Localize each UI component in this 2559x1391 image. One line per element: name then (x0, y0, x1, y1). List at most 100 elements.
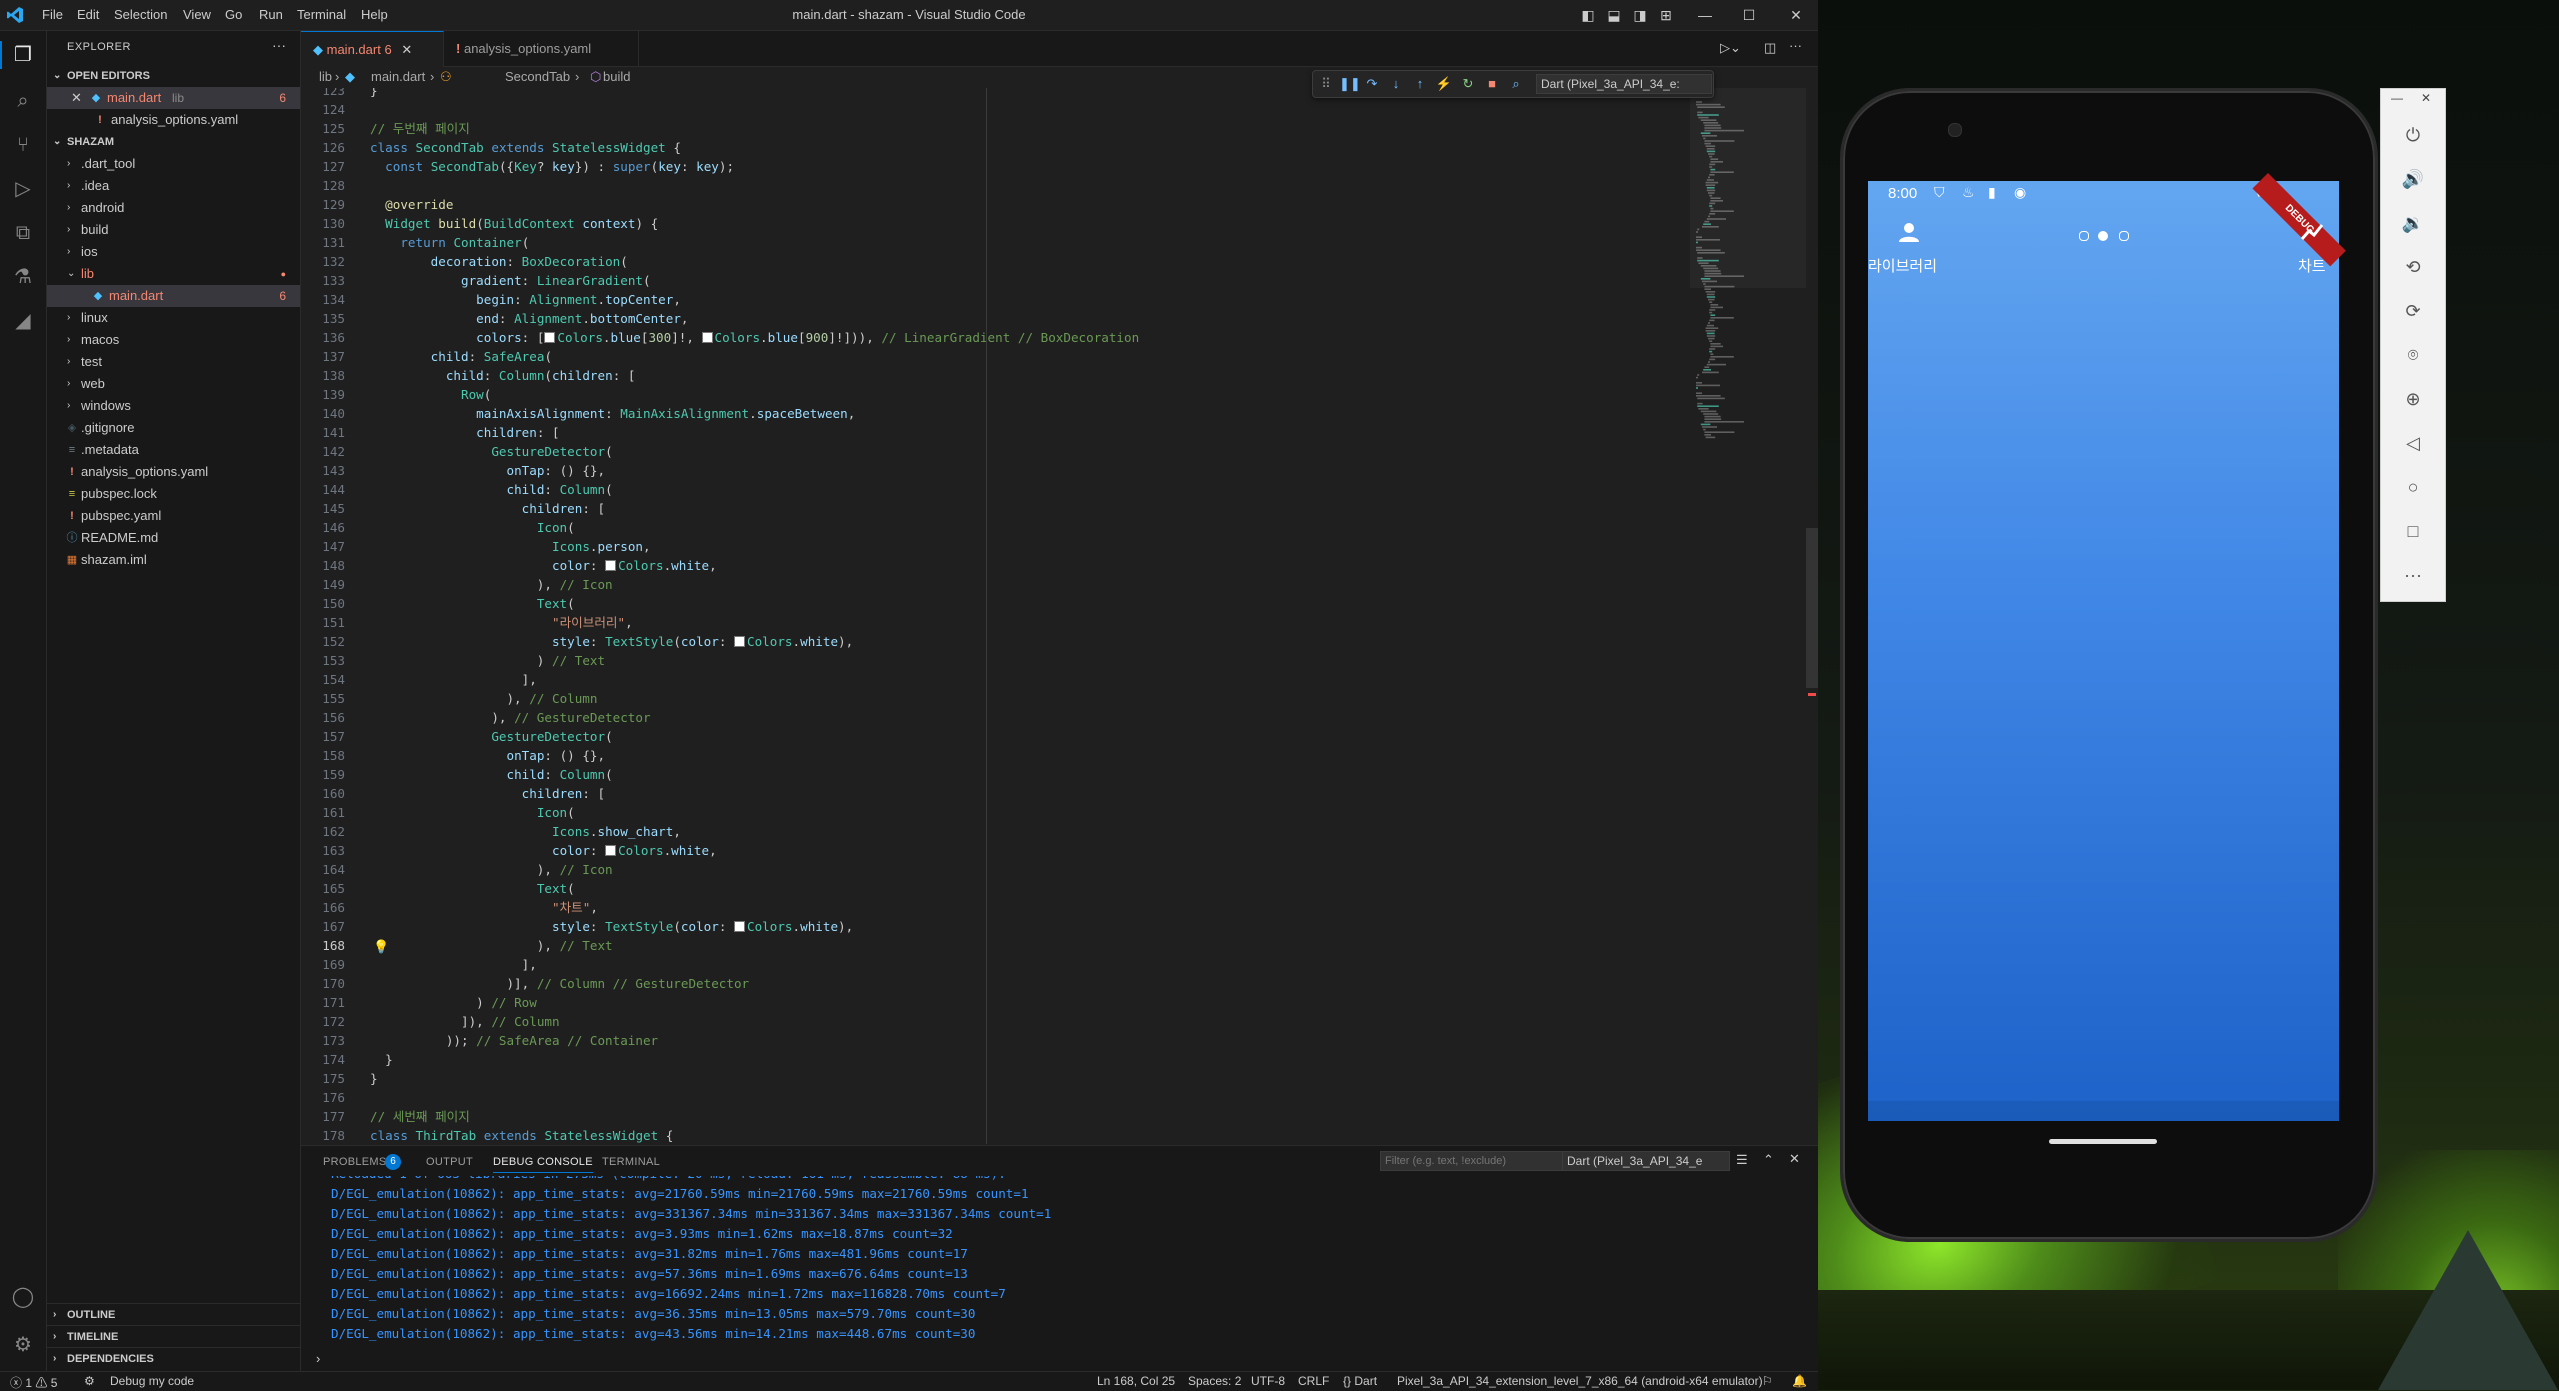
editor-more-icon[interactable]: ··· (1789, 38, 1802, 53)
menu-terminal[interactable]: Terminal (297, 7, 346, 22)
encoding[interactable]: UTF-8 (1251, 1374, 1285, 1388)
menu-go[interactable]: Go (225, 7, 242, 22)
tree-item[interactable]: ◈ .gitignore (47, 417, 300, 439)
toggle-sidebar-icon[interactable]: ◧ (1579, 6, 1597, 24)
home-icon[interactable]: ○ (2399, 473, 2427, 501)
tree-item[interactable]: › test (47, 351, 300, 373)
open-editors-section[interactable]: ⌄ OPEN EDITORS (47, 65, 300, 87)
tab-debug-console[interactable]: DEBUG CONSOLE (493, 1156, 593, 1173)
rotate-right-icon[interactable]: ⟳ (2399, 297, 2427, 325)
editor-scrollbar[interactable] (1806, 88, 1818, 1144)
close-panel-icon[interactable]: ✕ (1789, 1151, 1800, 1167)
tree-item[interactable]: › build (47, 219, 300, 241)
tree-item[interactable]: ⓘ README.md (47, 527, 300, 549)
tab-output[interactable]: OUTPUT (426, 1156, 473, 1168)
menu-view[interactable]: View (183, 7, 211, 22)
cursor-position[interactable]: Ln 168, Col 25 (1097, 1374, 1175, 1388)
language-mode[interactable]: {} Dart (1343, 1374, 1377, 1388)
menu-run[interactable]: Run (259, 7, 283, 22)
maximize-panel-icon[interactable]: ⌃ (1763, 1152, 1774, 1168)
step-into-icon[interactable]: ↓ (1387, 75, 1405, 93)
tree-item[interactable]: ! pubspec.yaml (47, 505, 300, 527)
tree-item[interactable]: › .dart_tool (47, 153, 300, 175)
breadcrumb-class[interactable]: SecondTab (505, 66, 570, 88)
line-ending[interactable]: CRLF (1298, 1374, 1329, 1388)
tree-item[interactable]: › web (47, 373, 300, 395)
console-target-select[interactable]: Dart (Pixel_3a_API_34_e (1562, 1151, 1730, 1171)
drag-handle-icon[interactable]: ⠿ (1317, 75, 1335, 93)
run-debug-icon[interactable]: ▷ (9, 175, 37, 203)
emulator-screen[interactable]: 8:00 ⛉ ♨ ▮ ◉ ▼ ◢ DEBUG 라이브러리 차트 (1868, 173, 2346, 1121)
code-editor[interactable]: 123} 124 125 // 두번째 페이지 126 class SecondTab e… (301, 88, 1818, 1144)
tree-item[interactable]: › ios (47, 241, 300, 263)
customize-layout-icon[interactable]: ⊞ (1657, 6, 1675, 24)
tree-item[interactable]: › linux (47, 307, 300, 329)
overview-icon[interactable]: □ (2399, 517, 2427, 545)
split-editor-icon[interactable]: ◫ (1764, 40, 1776, 56)
open-editor-analysis-options[interactable]: ! analysis_options.yaml (47, 109, 300, 131)
testing-icon[interactable]: ⚗ (9, 263, 37, 291)
source-control-icon[interactable]: ⑂ (9, 131, 37, 159)
more-actions-icon[interactable]: ··· (272, 37, 286, 53)
menu-selection[interactable]: Selection (114, 7, 167, 22)
device-selector[interactable]: Pixel_3a_API_34_extension_level_7_x86_64… (1397, 1374, 1763, 1388)
close-editor-icon[interactable]: ✕ (71, 87, 82, 109)
feedback-icon[interactable]: ⚐ (1762, 1374, 1773, 1388)
restart-icon[interactable]: ↻ (1459, 75, 1477, 93)
extensions-icon[interactable]: ⧉ (9, 219, 37, 247)
back-icon[interactable]: ◁ (2399, 429, 2427, 457)
timeline-section[interactable]: › TIMELINE (47, 1325, 300, 1348)
screenshot-icon[interactable]: ⌾ (2399, 341, 2427, 369)
explorer-icon[interactable]: ❐ (9, 41, 37, 69)
indentation[interactable]: Spaces: 2 (1188, 1374, 1241, 1388)
breadcrumb-lib[interactable]: lib (319, 66, 332, 88)
close-window-icon[interactable]: ✕ (1787, 6, 1805, 24)
home-gesture-bar[interactable] (2049, 1139, 2157, 1144)
breadcrumb-method[interactable]: build (603, 66, 630, 88)
tree-item[interactable]: ≡ pubspec.lock (47, 483, 300, 505)
tree-item-main-dart[interactable]: ◆ main.dart 6 (47, 285, 300, 307)
maximize-icon[interactable]: ☐ (1740, 6, 1758, 24)
search-icon[interactable]: ⌕ (9, 87, 37, 115)
tab-main-dart[interactable]: ◆ main.dart 6 ✕ (301, 31, 444, 67)
emu-close-icon[interactable]: ✕ (2421, 91, 2431, 105)
menu-file[interactable]: File (42, 7, 63, 22)
step-over-icon[interactable]: ↷ (1363, 75, 1381, 93)
tree-item[interactable]: › .idea (47, 175, 300, 197)
project-section[interactable]: ⌄ SHAZAM (47, 131, 300, 153)
accounts-icon[interactable]: ◯ (9, 1283, 37, 1311)
outline-section[interactable]: › OUTLINE (47, 1303, 300, 1326)
clear-console-icon[interactable]: ☰ (1736, 1152, 1748, 1168)
tree-item[interactable]: › windows (47, 395, 300, 417)
volume-up-icon[interactable]: 🔊 (2399, 165, 2427, 193)
console-prompt-icon[interactable]: › (316, 1351, 320, 1366)
close-tab-icon[interactable]: ✕ (401, 42, 412, 57)
toggle-panel-icon[interactable]: ⬓ (1605, 6, 1623, 24)
run-icon[interactable]: ▷⌄ (1720, 40, 1741, 56)
dependencies-section[interactable]: › DEPENDENCIES (47, 1347, 300, 1370)
zoom-icon[interactable]: ⊕ (2399, 385, 2427, 413)
scrollbar-thumb[interactable] (1806, 528, 1818, 688)
problems-status[interactable]: ⓧ 1 ⚠ 5 (10, 1374, 57, 1391)
console-filter-input[interactable] (1380, 1151, 1568, 1171)
minimap[interactable] (1690, 88, 1806, 1144)
tab-analysis-options[interactable]: ! analysis_options.yaml (444, 31, 639, 66)
lightbulb-icon[interactable]: 💡 (373, 940, 389, 955)
step-out-icon[interactable]: ↑ (1411, 75, 1429, 93)
inspect-widget-icon[interactable]: ⌕ (1507, 75, 1525, 93)
tree-item[interactable]: ≡ .metadata (47, 439, 300, 461)
debug-target-select[interactable]: Dart (Pixel_3a_API_34_e: (1536, 74, 1712, 94)
manage-gear-icon[interactable]: ⚙ (9, 1331, 37, 1359)
volume-down-icon[interactable]: 🔉 (2399, 209, 2427, 237)
tree-item[interactable]: › macos (47, 329, 300, 351)
tab-terminal[interactable]: TERMINAL (602, 1156, 660, 1168)
toggle-secondary-sidebar-icon[interactable]: ◨ (1631, 6, 1649, 24)
flutter-icon[interactable]: ◢ (9, 307, 37, 335)
rotate-left-icon[interactable]: ⟲ (2399, 253, 2427, 281)
emu-minimize-icon[interactable]: — (2391, 91, 2403, 105)
tree-item-lib[interactable]: ⌄ lib ● (47, 263, 300, 285)
tab-problems[interactable]: PROBLEMS (323, 1156, 387, 1168)
power-icon[interactable]: ⏻ (2399, 121, 2427, 149)
minimize-icon[interactable]: — (1696, 6, 1714, 24)
library-button[interactable]: 라이브러리 (1868, 221, 1948, 281)
